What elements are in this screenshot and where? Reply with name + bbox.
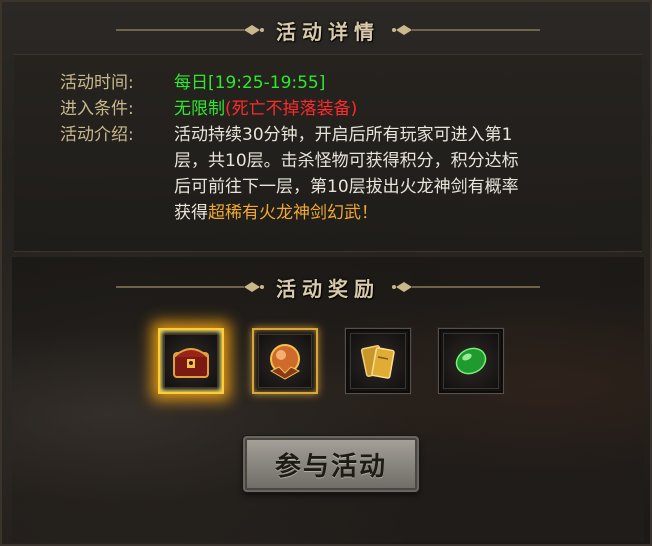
intro-text: 活动持续30分钟，开启后所有玩家可进入第1 层，共10层。击杀怪物可获得积分，积…	[174, 122, 640, 226]
right-ornament-icon	[390, 281, 540, 293]
intro-line-3: 后可前往下一层，第10层拔出火龙神剑有概率	[174, 177, 519, 197]
reward-slot-3[interactable]	[345, 328, 411, 394]
condition-value: 无限制	[174, 99, 225, 119]
intro-line-4: 获得	[174, 203, 208, 223]
intro-label: 活动介绍:	[60, 125, 134, 145]
time-row: 活动时间: 每日[19:25-19:55]	[60, 70, 640, 96]
time-value: 每日[19:25-19:55]	[174, 73, 326, 93]
green-gem-icon	[443, 333, 499, 389]
right-ornament-icon	[390, 24, 540, 36]
intro-line-1: 活动持续30分钟，开启后所有玩家可进入第1	[174, 125, 513, 145]
left-ornament-icon	[116, 281, 266, 293]
left-ornament-icon	[116, 24, 266, 36]
intro-row: 活动介绍: 活动持续30分钟，开启后所有玩家可进入第1 层，共10层。击杀怪物可…	[60, 122, 640, 226]
dragon-orb-icon	[258, 334, 312, 388]
details-rows: 活动时间: 每日[19:25-19:55] 进入条件: 无限制(死亡不掉落装备)…	[60, 70, 640, 226]
intro-line-2: 层，共10层。击杀怪物可获得积分，积分达标	[174, 151, 519, 171]
gold-tickets-icon	[350, 333, 406, 389]
condition-label: 进入条件:	[60, 99, 134, 119]
intro-highlight: 超稀有火龙神剑幻武！	[208, 203, 378, 223]
reward-slot-1[interactable]	[158, 328, 224, 394]
time-label: 活动时间:	[60, 73, 134, 93]
rewards-header: 活动奖励	[2, 267, 652, 307]
event-window: 活动详情 活动时间: 每日[19:25-19:55] 进入条件: 无限制(死亡不…	[0, 0, 652, 546]
condition-row: 进入条件: 无限制(死亡不掉落装备)	[60, 96, 640, 122]
details-header: 活动详情	[2, 10, 652, 50]
condition-note: (死亡不掉落装备)	[225, 99, 358, 119]
rewards-title: 活动奖励	[276, 276, 380, 301]
details-title: 活动详情	[276, 19, 380, 44]
join-activity-button[interactable]: 参与活动	[243, 436, 419, 492]
treasure-chest-icon	[164, 334, 218, 388]
reward-slot-2[interactable]	[252, 328, 318, 394]
reward-slot-4[interactable]	[438, 328, 504, 394]
